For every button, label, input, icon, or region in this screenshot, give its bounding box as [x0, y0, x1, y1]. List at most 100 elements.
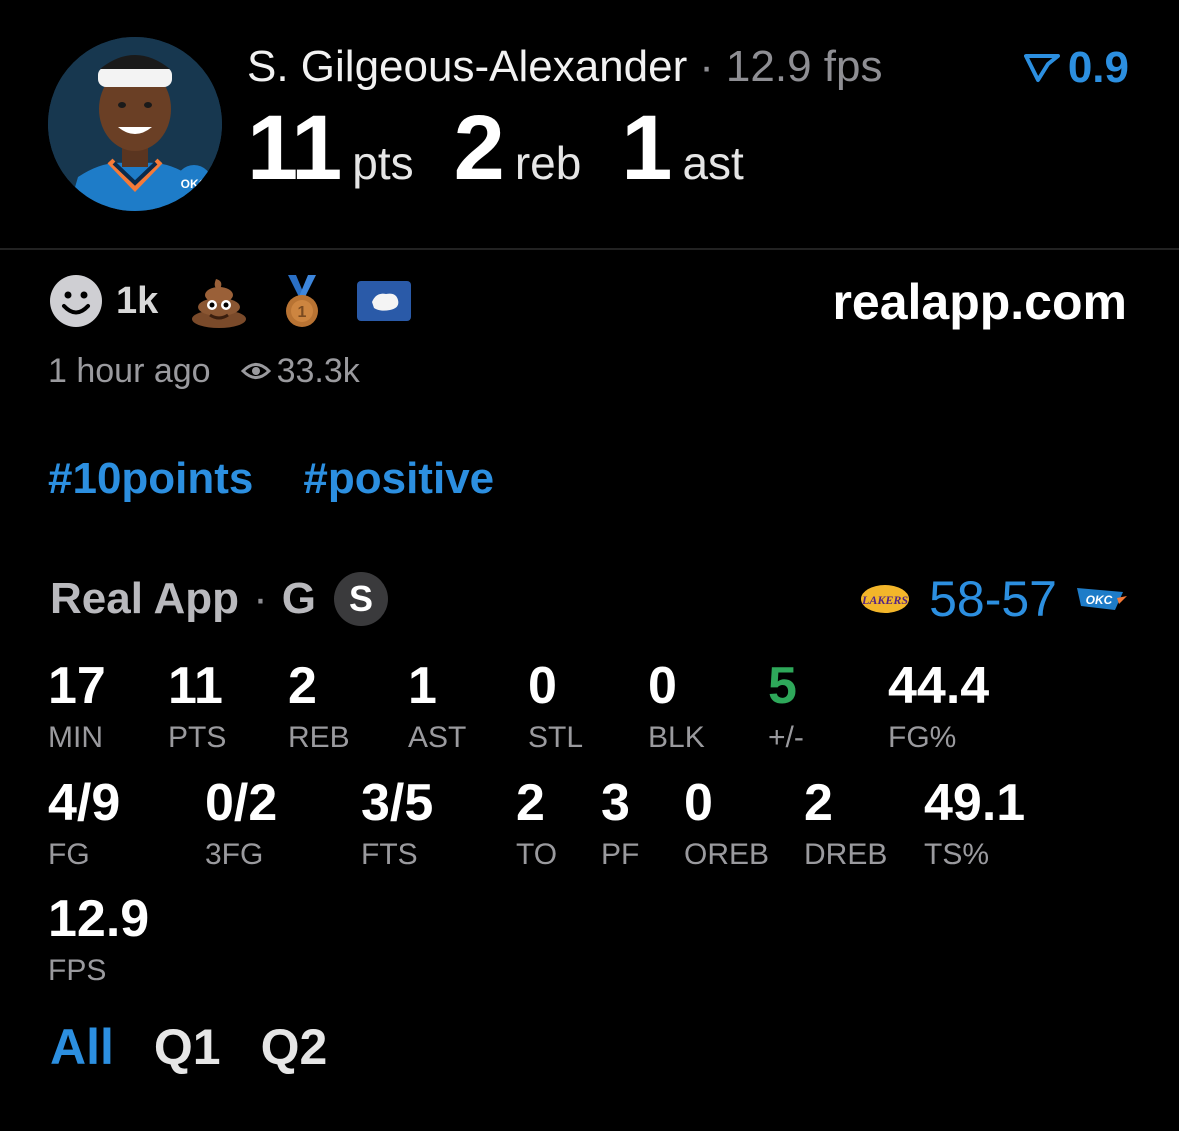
rebounds-value: 2: [453, 97, 505, 199]
stat-value: 0/2: [205, 774, 278, 832]
stat-value: 2: [288, 657, 317, 715]
player-avatar[interactable]: OKC: [48, 37, 222, 211]
source-app-name[interactable]: Real App: [50, 572, 239, 626]
stat-value: 0: [684, 774, 713, 832]
poop-emoji-icon[interactable]: [190, 273, 248, 329]
stat-label: TO: [516, 838, 558, 871]
stat-label: PTS: [168, 721, 227, 754]
stat-stl: 0 STL: [528, 658, 583, 756]
smile-icon[interactable]: [48, 273, 104, 329]
stat-value: 0: [648, 657, 677, 715]
stat-label: FG%: [888, 721, 957, 754]
vote-button[interactable]: 0.9: [1023, 42, 1129, 94]
stat-label: FTS: [361, 838, 418, 871]
stat-to: 2 TO: [516, 775, 557, 873]
views-count: 33.3k: [276, 352, 360, 390]
stat-value: 49.1: [924, 774, 1026, 832]
stat-pf: 3 PF: [601, 775, 639, 873]
stat-value: 11: [168, 657, 223, 715]
stat-value: 2: [516, 774, 545, 832]
player-fps: 12.9 fps: [725, 42, 883, 91]
stat-value: 3: [601, 774, 630, 832]
smile-count: 1k: [116, 279, 159, 322]
score-dash: -: [984, 571, 1002, 627]
starter-badge: S: [333, 572, 388, 626]
name-separator: ·: [699, 42, 714, 91]
lakers-logo-icon: LAKERS: [857, 582, 913, 616]
rebounds-label: reb: [514, 137, 582, 189]
score-away: 57: [1001, 571, 1057, 627]
stat-oreb: 0 OREB: [684, 775, 769, 873]
stat-value: 2: [804, 774, 833, 832]
stat-value: 5: [768, 657, 797, 715]
thunder-logo-icon: OKC: [1073, 582, 1129, 616]
player-position: G: [281, 574, 316, 623]
period-tabs: All Q1 Q2: [50, 1018, 367, 1076]
flag-icon[interactable]: [356, 280, 412, 322]
game-score[interactable]: LAKERS 58-57 OKC: [857, 570, 1129, 628]
stat-reb: 2 REB: [288, 658, 350, 756]
stat-fts: 3/5 FTS: [361, 775, 433, 873]
tab-q1[interactable]: Q1: [154, 1018, 221, 1076]
stat-label: AST: [408, 721, 467, 754]
meta-line: 1 hour ago 33.3k: [48, 350, 360, 392]
stat-label: DREB: [804, 838, 888, 871]
reactions-bar: 1k 1: [48, 272, 440, 330]
stat-fg: 4/9 FG: [48, 775, 120, 873]
stat-fps: 12.9 FPS: [48, 891, 149, 989]
player-line: S. Gilgeous-Alexander · 12.9 fps: [247, 40, 882, 94]
hashtag-10points[interactable]: #10points: [48, 452, 253, 506]
stat-label: REB: [288, 721, 350, 754]
svg-text:1: 1: [298, 304, 307, 321]
svg-text:LAKERS: LAKERS: [861, 593, 908, 607]
points-value: 11: [247, 97, 342, 199]
header-divider: [0, 248, 1179, 250]
upvote-arrow-icon: [1023, 54, 1060, 82]
site-link[interactable]: realapp.com: [832, 274, 1127, 330]
player-photo-icon: OKC: [48, 37, 222, 211]
stat-plus-minus: 5 +/-: [768, 658, 804, 756]
stat-value: 12.9: [48, 890, 150, 948]
statline: 11 pts 2 reb 1 ast: [247, 100, 784, 196]
stat-value: 3/5: [361, 774, 434, 832]
stat-value: 1: [408, 657, 437, 715]
stat-ast: 1 AST: [408, 658, 466, 756]
stat-pts: 11 PTS: [168, 658, 226, 756]
stat-label: BLK: [648, 721, 705, 754]
stat-label: MIN: [48, 721, 103, 754]
stat-label: +/-: [768, 721, 804, 754]
stat-value: 44.4: [888, 657, 990, 715]
stat-label: STL: [528, 721, 584, 754]
svg-text:OKC: OKC: [181, 177, 208, 191]
vote-value: 0.9: [1067, 43, 1129, 92]
stat-label: FPS: [48, 954, 107, 987]
player-name[interactable]: S. Gilgeous-Alexander: [247, 42, 687, 91]
stat-value: 4/9: [48, 774, 121, 832]
source-separator: ·: [253, 574, 268, 623]
stat-label: TS%: [924, 838, 990, 871]
stat-ts-pct: 49.1 TS%: [924, 775, 1025, 873]
assists-label: ast: [682, 137, 744, 189]
stat-label: FG: [48, 838, 90, 871]
tab-q2[interactable]: Q2: [261, 1018, 328, 1076]
stat-value: 17: [48, 657, 106, 715]
stat-label: PF: [601, 838, 640, 871]
tab-all[interactable]: All: [50, 1018, 114, 1076]
stat-3fg: 0/2 3FG: [205, 775, 277, 873]
score-home: 58: [929, 571, 985, 627]
assists-value: 1: [621, 97, 672, 199]
stat-min: 17 MIN: [48, 658, 106, 756]
stat-blk: 0 BLK: [648, 658, 705, 756]
stat-label: 3FG: [205, 838, 264, 871]
source-row: Real App · G S: [50, 572, 388, 626]
stat-fg-pct: 44.4 FG%: [888, 658, 989, 756]
time-ago: 1 hour ago: [48, 352, 211, 390]
stat-label: OREB: [684, 838, 770, 871]
hashtags: #10points #positive: [48, 452, 544, 506]
svg-text:OKC: OKC: [1086, 593, 1113, 607]
eye-icon: [240, 363, 271, 379]
bronze-medal-icon[interactable]: 1: [276, 273, 328, 329]
stat-dreb: 2 DREB: [804, 775, 887, 873]
hashtag-positive[interactable]: #positive: [303, 452, 494, 506]
points-label: pts: [352, 137, 414, 189]
